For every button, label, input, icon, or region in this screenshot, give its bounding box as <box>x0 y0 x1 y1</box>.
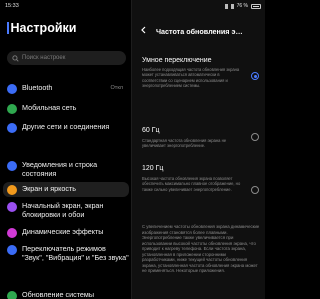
menu-item-label: Динамические эффекты <box>22 227 104 236</box>
battery-text: 76 % <box>236 3 248 9</box>
menu-item-label: Bluetooth <box>22 83 53 92</box>
connections-icon <box>7 123 17 133</box>
menu-item-label: Экран и яркость <box>22 184 77 193</box>
title-accent <box>7 22 9 34</box>
menu-item-dynamic-effects[interactable]: Динамические эффекты <box>7 227 129 238</box>
menu-item-label: Переключатель режимов "Звук", "Вибрация"… <box>22 244 129 262</box>
wallpaper-icon <box>7 202 17 212</box>
menu-item-mobile-network[interactable]: Мобильная сеть <box>7 103 129 114</box>
option-120hz-radio[interactable] <box>251 186 259 194</box>
option-smart-radio[interactable] <box>251 72 259 80</box>
system-update-icon <box>7 291 17 299</box>
status-bar: 15:33 76 % <box>0 0 265 12</box>
settings-pane: Настройки Поиск настроек Bluetooth Откл … <box>0 0 131 299</box>
dynamic-effects-icon <box>7 228 17 238</box>
refresh-rate-pane: Частота обновления э… Умное переключение… <box>131 0 265 299</box>
menu-item-label: Начальный экран, экран блокировки и обои <box>22 201 104 219</box>
menu-item-value: Откл <box>110 85 123 91</box>
back-icon[interactable] <box>140 26 147 34</box>
menu-item-display[interactable]: Экран и яркость <box>3 182 129 197</box>
option-60hz-title: 60 Гц <box>142 127 160 134</box>
notifications-icon <box>7 161 17 171</box>
menu-item-sound-mode[interactable]: Переключатель режимов "Звук", "Вибрация"… <box>7 244 129 262</box>
menu-item-label: Мобильная сеть <box>22 103 77 112</box>
battery-icon <box>251 3 261 9</box>
menu-item-label: Другие сети и соединения <box>22 122 110 131</box>
refresh-rate-title: Частота обновления э… <box>156 27 243 36</box>
option-smart-description: Наиболее подходящая частота обновления э… <box>142 67 240 89</box>
search-placeholder: Поиск настроек <box>22 55 66 61</box>
search-icon <box>12 54 19 62</box>
sound-mode-icon <box>7 245 17 255</box>
menu-item-label: Обновление системы <box>22 290 95 299</box>
menu-item-wallpaper[interactable]: Начальный экран, экран блокировки и обои <box>7 201 129 219</box>
page-title: Настройки <box>7 21 76 35</box>
menu-item-bluetooth[interactable]: Bluetooth Откл <box>7 83 129 94</box>
menu-item-notifications[interactable]: Уведомления и строка состояния <box>7 160 129 178</box>
status-time: 15:33 <box>5 3 19 9</box>
option-60hz-radio[interactable] <box>251 133 259 141</box>
bluetooth-icon <box>7 84 17 94</box>
option-smart-title: Умное переключение <box>142 57 212 64</box>
status-indicators: 76 % <box>224 3 261 9</box>
display-icon <box>7 185 17 195</box>
option-120hz-title: 120 Гц <box>142 165 164 172</box>
page-title-text: Настройки <box>10 21 77 35</box>
search-input[interactable]: Поиск настроек <box>7 51 126 65</box>
menu-item-other-connections[interactable]: Другие сети и соединения <box>7 122 129 133</box>
option-120hz-description: Высокая частота обновления экрана позвол… <box>142 176 241 192</box>
menu-item-label: Уведомления и строка состояния <box>22 160 98 178</box>
refresh-rate-note: С увеличением частоты обновления экрана … <box>142 224 260 273</box>
menu-item-system-update[interactable]: Обновление системы <box>7 290 129 299</box>
wifi-icon <box>230 3 234 9</box>
option-60hz-description: Стандартная частота обновления экрана не… <box>142 138 227 149</box>
signal-icon <box>224 3 228 9</box>
mobile-network-icon <box>7 104 17 114</box>
